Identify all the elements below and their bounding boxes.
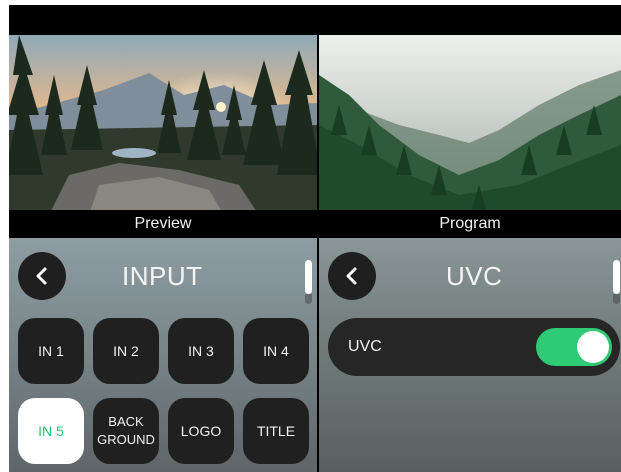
- uvc-toggle-switch[interactable]: [536, 328, 612, 366]
- input-button-in3[interactable]: IN 3: [168, 318, 234, 384]
- input-scrollbar-track: [305, 294, 312, 304]
- uvc-back-button[interactable]: [328, 252, 376, 300]
- input-button-in2[interactable]: IN 2: [93, 318, 159, 384]
- input-panel-title: INPUT: [122, 261, 203, 291]
- input-back-button[interactable]: [18, 252, 66, 300]
- chevron-left-icon: [346, 267, 357, 285]
- uvc-scrollbar-thumb[interactable]: [613, 260, 620, 294]
- preview-image: [9, 35, 317, 215]
- uvc-toggle-label: UVC: [348, 338, 382, 355]
- toggle-knob: [577, 331, 609, 363]
- uvc-panel: UVC UVC: [319, 238, 621, 472]
- uvc-panel-title: UVC: [446, 261, 503, 291]
- uvc-toggle-row[interactable]: UVC: [328, 318, 620, 376]
- input-button-logo[interactable]: LOGO: [168, 398, 234, 464]
- input-button-in1[interactable]: IN 1: [18, 318, 84, 384]
- program-image: [319, 35, 621, 215]
- program-label: Program: [319, 210, 621, 238]
- input-scrollbar-thumb[interactable]: [305, 260, 312, 294]
- preview-label: Preview: [9, 210, 317, 238]
- chevron-left-icon: [36, 267, 47, 285]
- input-panel: INPUT IN 1 IN 2 IN 3 IN 4 IN 5 BACK GROU…: [9, 238, 317, 472]
- input-button-in5[interactable]: IN 5: [18, 398, 84, 464]
- input-button-in4[interactable]: IN 4: [243, 318, 309, 384]
- input-button-background[interactable]: BACK GROUND: [93, 398, 159, 464]
- preview-monitor[interactable]: [9, 35, 317, 215]
- uvc-scrollbar-track: [613, 294, 620, 304]
- switcher-app: Preview Program INPUT IN 1 IN 2 IN 3 IN …: [9, 5, 621, 472]
- program-monitor[interactable]: [319, 35, 621, 215]
- input-button-title[interactable]: TITLE: [243, 398, 309, 464]
